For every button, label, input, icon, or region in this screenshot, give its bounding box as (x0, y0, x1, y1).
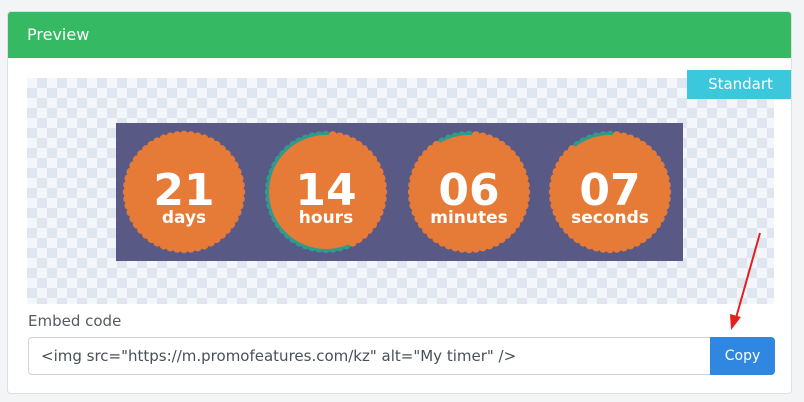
mode-tag[interactable]: Standart (687, 70, 791, 99)
timer-label-days: days (162, 208, 206, 228)
timer-graphic: 21days14hours06minutes07seconds (122, 130, 672, 254)
timer-unit-seconds: 07seconds (548, 130, 672, 254)
embed-code-input[interactable] (28, 337, 711, 375)
timer-label-seconds: seconds (571, 208, 649, 228)
embed-code-label: Embed code (28, 312, 122, 330)
timer-unit-hours: 14hours (264, 130, 388, 254)
countdown-timer-image: 21 days 14 hours 06 minutes 07 seconds (116, 123, 683, 261)
preview-panel: Preview Standart 21 days 14 hours 06 minutes 0… (7, 11, 792, 394)
timer-label-minutes: minutes (430, 208, 508, 228)
copy-button[interactable]: Copy (710, 337, 775, 375)
panel-title: Preview (8, 12, 791, 58)
timer-unit-minutes: 06minutes (407, 130, 531, 254)
timer-unit-days: 21days (122, 130, 246, 254)
timer-label-hours: hours (299, 208, 353, 228)
